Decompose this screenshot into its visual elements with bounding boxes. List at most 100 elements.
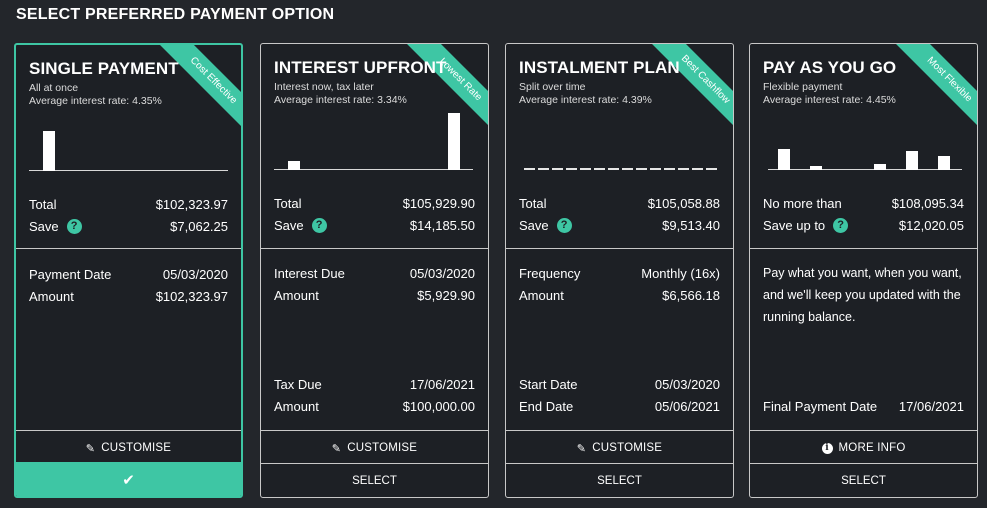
detail-label: Payment Date [29, 266, 112, 282]
chart-bar [448, 113, 460, 170]
customise-button[interactable]: ✎ CUSTOMISE [261, 431, 488, 465]
chart-bar [778, 149, 790, 170]
save-value: $12,020.05 [898, 217, 964, 233]
customise-label: CUSTOMISE [592, 442, 663, 454]
payment-card-interest-upfront[interactable]: Lowest Rate INTEREST UPFRONT Interest no… [260, 43, 489, 498]
total-row: No more than $108,095.34 [763, 194, 964, 212]
total-label: Total [519, 195, 547, 211]
detail-row: Tax Due 17/06/2021 [274, 375, 475, 393]
detail-value: Monthly (16x) [641, 265, 720, 281]
total-label: Total [29, 196, 57, 212]
payment-chart [29, 117, 228, 171]
save-row: Save up to? $12,020.05 [763, 216, 964, 234]
question-icon[interactable]: ? [311, 217, 327, 233]
edit-icon: ✎ [85, 442, 96, 455]
chart-bar [810, 166, 822, 170]
divider [261, 248, 488, 249]
select-label: SELECT [841, 474, 886, 487]
detail-label: Start Date [519, 376, 578, 392]
total-value: $108,095.34 [891, 195, 964, 211]
save-value: $7,062.25 [170, 218, 228, 234]
detail-value: 05/03/2020 [409, 265, 475, 281]
detail-value: 17/06/2021 [409, 376, 475, 392]
detail-value: 05/03/2020 [654, 376, 720, 392]
divider [750, 248, 977, 249]
more-info-button[interactable]: i MORE INFO [750, 431, 977, 465]
card-description: Pay what you want, when you want, and we… [763, 266, 962, 324]
chart-baseline [274, 169, 473, 170]
customise-label: CUSTOMISE [101, 442, 172, 454]
save-label: Save [519, 217, 549, 233]
save-value: $9,513.40 [662, 217, 720, 233]
card-subtitle: Split over time [519, 81, 586, 93]
payment-chart [524, 116, 718, 170]
detail-row: End Date 05/06/2021 [519, 397, 720, 415]
card-interest-rate: Average interest rate: 3.34% [274, 94, 407, 106]
chart-baseline [768, 169, 962, 170]
detail-label: Final Payment Date [763, 398, 878, 414]
chart-bar [938, 156, 950, 170]
detail-row: Interest Due 05/03/2020 [274, 264, 475, 282]
select-button[interactable]: SELECT [506, 463, 733, 497]
total-label: No more than [763, 195, 842, 211]
detail-label: Tax Due [274, 376, 322, 392]
customise-button[interactable]: ✎ CUSTOMISE [16, 431, 241, 465]
save-row: Save? $7,062.25 [29, 217, 228, 235]
payment-card-pay-as-you-go[interactable]: Most Flexible PAY AS YOU GO Flexible pay… [749, 43, 978, 498]
info-icon: i [821, 442, 833, 454]
more-info-label: MORE INFO [838, 442, 906, 454]
payment-chart [274, 113, 473, 170]
card-title: INSTALMENT PLAN [519, 58, 680, 77]
question-icon[interactable]: ? [556, 217, 572, 233]
detail-label: Amount [274, 398, 319, 414]
card-subtitle: Interest now, tax later [274, 81, 374, 93]
chart-bar [906, 151, 918, 170]
detail-label: Amount [519, 287, 564, 303]
card-interest-rate: Average interest rate: 4.35% [29, 95, 162, 107]
detail-value: $6,566.18 [662, 287, 720, 303]
detail-value: $5,929.90 [417, 287, 475, 303]
detail-row: Payment Date 05/03/2020 [29, 265, 228, 283]
detail-row: Amount $102,323.97 [29, 287, 228, 305]
edit-icon: ✎ [331, 442, 342, 455]
select-button[interactable]: SELECT [261, 463, 488, 497]
edit-icon: ✎ [576, 442, 587, 455]
save-label: Save [274, 217, 304, 233]
detail-row: Final Payment Date 17/06/2021 [763, 397, 964, 415]
check-icon: ✔ [122, 472, 135, 489]
card-interest-rate: Average interest rate: 4.39% [519, 94, 652, 106]
payment-chart [768, 116, 962, 170]
detail-value: $102,323.97 [155, 288, 228, 304]
detail-label: Amount [29, 288, 74, 304]
customise-label: CUSTOMISE [347, 442, 418, 454]
total-row: Total $105,058.88 [519, 194, 720, 212]
chart-instalment-bars [524, 168, 718, 170]
select-label: SELECT [352, 474, 397, 487]
save-value: $14,185.50 [409, 217, 475, 233]
card-interest-rate: Average interest rate: 4.45% [763, 94, 896, 106]
save-label: Save up to [763, 217, 826, 233]
detail-row: Frequency Monthly (16x) [519, 264, 720, 282]
question-icon[interactable]: ? [833, 217, 849, 233]
detail-row: Amount $100,000.00 [274, 397, 475, 415]
payment-card-instalment-plan[interactable]: Best Cashflow INSTALMENT PLAN Split over… [505, 43, 734, 498]
save-row: Save? $14,185.50 [274, 216, 475, 234]
chart-baseline [29, 170, 228, 171]
question-icon[interactable]: ? [66, 218, 82, 234]
payment-card-single[interactable]: Cost Effective SINGLE PAYMENT All at onc… [14, 43, 243, 498]
detail-label: Amount [274, 287, 319, 303]
total-label: Total [274, 195, 302, 211]
chart-bar [874, 164, 886, 170]
divider [506, 248, 733, 249]
select-button[interactable]: SELECT [750, 463, 977, 497]
customise-button[interactable]: ✎ CUSTOMISE [506, 431, 733, 465]
chart-bar [288, 161, 300, 170]
select-button[interactable]: ✔ [16, 462, 241, 496]
detail-value: 05/06/2021 [654, 398, 720, 414]
total-value: $105,929.90 [402, 195, 475, 211]
card-title: INTEREST UPFRONT [274, 58, 447, 77]
detail-row: Amount $5,929.90 [274, 286, 475, 304]
card-subtitle: Flexible payment [763, 81, 843, 93]
card-title: SINGLE PAYMENT [29, 59, 179, 78]
select-label: SELECT [597, 474, 642, 487]
